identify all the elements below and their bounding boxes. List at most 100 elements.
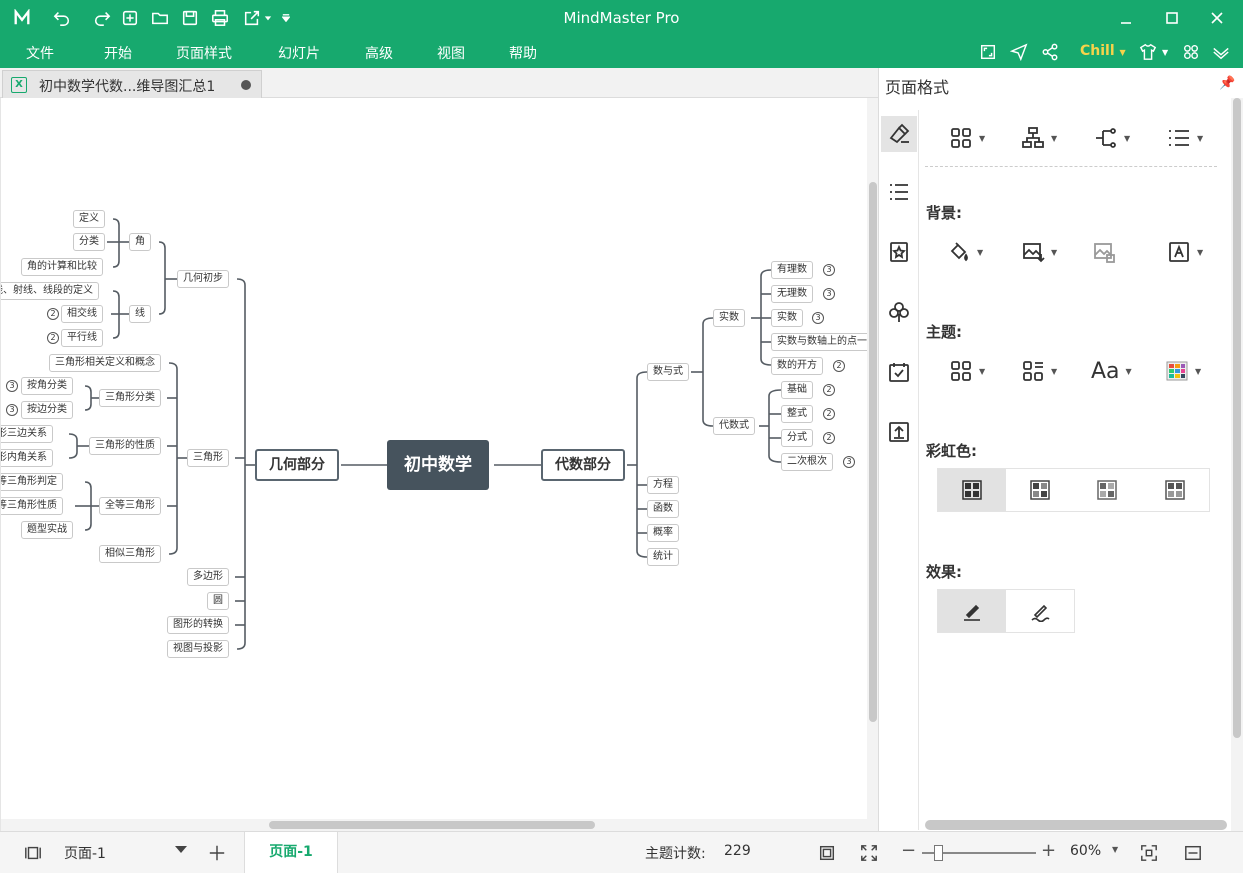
canvas-vertical-scrollbar[interactable]: [867, 98, 878, 831]
topic-probability[interactable]: 概率: [647, 524, 679, 542]
remove-background-button[interactable]: [1092, 238, 1116, 266]
export-dropdown-icon[interactable]: [262, 6, 274, 30]
focus-icon[interactable]: [1138, 842, 1160, 864]
new-file-icon[interactable]: [118, 6, 142, 30]
topic-similar-triangle[interactable]: 相似三角形: [99, 545, 161, 563]
count-badge[interactable]: 2: [823, 432, 835, 444]
topic-angle-classify[interactable]: 分类: [73, 233, 105, 251]
topic-irrational[interactable]: 无理数: [771, 285, 813, 303]
topic-projection[interactable]: 视图与投影: [167, 640, 229, 658]
watermark-button[interactable]: ▼: [1167, 238, 1203, 266]
page-format-tab-icon[interactable]: [881, 116, 917, 152]
menu-view[interactable]: 视图: [437, 43, 465, 63]
topic-classify-by-angle[interactable]: 按角分类: [21, 377, 73, 395]
background-fill-button[interactable]: ▼: [947, 238, 983, 266]
topic-transform[interactable]: 图形的转换: [167, 616, 229, 634]
topic-polynomial[interactable]: 整式: [781, 405, 813, 423]
background-image-button[interactable]: ▼: [1021, 238, 1057, 266]
theme-style-button[interactable]: ▼: [949, 357, 985, 385]
effect-normal-option[interactable]: [938, 590, 1006, 632]
scrollbar-thumb[interactable]: [1233, 98, 1241, 738]
topic-polygon[interactable]: 多边形: [187, 568, 229, 586]
layout-structure-button[interactable]: ▼: [949, 124, 985, 152]
topic-real[interactable]: 实数: [771, 309, 803, 327]
page-selector[interactable]: 页面-1: [60, 840, 192, 866]
zoom-dropdown-icon[interactable]: ▼: [1112, 845, 1118, 854]
topic-function[interactable]: 函数: [647, 500, 679, 518]
topic-statistics[interactable]: 统计: [647, 548, 679, 566]
apps-icon[interactable]: [1180, 41, 1202, 63]
scrollbar-thumb[interactable]: [869, 182, 877, 722]
count-badge[interactable]: 3: [843, 456, 855, 468]
topic-numbers-expressions[interactable]: 数与式: [647, 363, 689, 381]
shirt-icon[interactable]: [1137, 41, 1159, 63]
print-icon[interactable]: [208, 6, 232, 30]
count-badge[interactable]: 3: [812, 312, 824, 324]
share-icon[interactable]: [1039, 41, 1061, 63]
save-icon[interactable]: [178, 6, 202, 30]
count-badge[interactable]: 3: [6, 404, 18, 416]
menu-file[interactable]: 文件: [26, 43, 54, 63]
theme-selector[interactable]: Chill ▼: [1080, 43, 1126, 59]
count-badge[interactable]: 3: [823, 288, 835, 300]
outline-list-icon[interactable]: [881, 174, 917, 210]
topic-angle-calc[interactable]: 角的计算和比较: [21, 258, 103, 276]
customize-toolbar-icon[interactable]: [280, 6, 292, 30]
menu-start[interactable]: 开始: [104, 43, 132, 63]
count-badge[interactable]: 2: [47, 308, 59, 320]
task-calendar-icon[interactable]: [881, 354, 917, 390]
connector-style-button[interactable]: ▼: [1094, 124, 1130, 152]
fit-width-icon[interactable]: [1182, 842, 1204, 864]
theme-clover-icon[interactable]: [881, 294, 917, 330]
topic-real-numbers[interactable]: 实数: [713, 309, 745, 327]
count-badge[interactable]: 2: [823, 408, 835, 420]
upload-icon[interactable]: [881, 414, 917, 450]
topic-triangle[interactable]: 三角形: [187, 449, 229, 467]
topic-triangle-properties[interactable]: 三角形的性质: [89, 437, 161, 455]
panel-vertical-scrollbar[interactable]: [1231, 98, 1243, 831]
fullscreen-icon[interactable]: [858, 842, 880, 864]
topic-angle[interactable]: 角: [129, 233, 151, 251]
topic-fraction[interactable]: 分式: [781, 429, 813, 447]
topic-geometry-basics[interactable]: 几何初步: [177, 270, 229, 288]
maximize-button[interactable]: [1159, 5, 1185, 31]
topic-triangle-classify[interactable]: 三角形分类: [99, 389, 161, 407]
count-badge[interactable]: 2: [833, 360, 845, 372]
topic-number-line[interactable]: 实数与数轴上的点一: [771, 333, 867, 351]
topic-algebra-basics[interactable]: 基础: [781, 381, 813, 399]
menu-slideshow[interactable]: 幻灯片: [278, 43, 320, 63]
topic-equation[interactable]: 方程: [647, 476, 679, 494]
rainbow-option-4[interactable]: [1140, 469, 1209, 511]
topic-side-relation[interactable]: 三角形三边关系: [1, 425, 53, 443]
app-logo-icon[interactable]: [10, 6, 34, 30]
page-panel-toggle-icon[interactable]: [22, 842, 44, 864]
branch-algebra[interactable]: 代数部分: [541, 449, 625, 481]
scrollbar-thumb[interactable]: [269, 821, 595, 829]
mindmap-canvas[interactable]: 初中数学 几何部分 代数部分 几何初步 角 定义 分类 角的计算和比较 线 线、…: [0, 98, 878, 831]
menu-help[interactable]: 帮助: [509, 43, 537, 63]
open-folder-icon[interactable]: [148, 6, 172, 30]
topic-roots[interactable]: 数的开方: [771, 357, 823, 375]
menu-page-style[interactable]: 页面样式: [176, 43, 232, 63]
topic-congruent-triangle[interactable]: 全等三角形: [99, 497, 161, 515]
topic-congruent-property[interactable]: 全等三角形性质: [1, 497, 63, 515]
fullscreen-icon[interactable]: [977, 41, 999, 63]
theme-color-button[interactable]: ▼: [1165, 357, 1201, 385]
topic-angle-relation[interactable]: 三角形内角关系: [1, 449, 53, 467]
page-tab-active[interactable]: 页面-1: [244, 832, 338, 873]
org-layout-button[interactable]: ▼: [1021, 124, 1057, 152]
theme-variant-button[interactable]: ▼: [1021, 357, 1057, 385]
topic-congruent-judgement[interactable]: 全等三角形判定: [1, 473, 63, 491]
rainbow-option-2[interactable]: [1006, 469, 1073, 511]
fit-page-icon[interactable]: [816, 842, 838, 864]
zoom-slider-thumb[interactable]: [934, 845, 943, 861]
topic-intersecting-lines[interactable]: 相交线: [61, 305, 103, 323]
minimize-button[interactable]: [1113, 5, 1139, 31]
unsaved-dot-icon[interactable]: [241, 80, 251, 90]
effect-handdrawn-option[interactable]: [1006, 590, 1075, 632]
root-topic[interactable]: 初中数学: [387, 440, 489, 490]
topic-line[interactable]: 线: [129, 305, 151, 323]
document-tab[interactable]: X 初中数学代数...维导图汇总1: [2, 70, 262, 98]
theme-font-button[interactable]: Aa ▼: [1091, 357, 1132, 385]
topic-practice[interactable]: 题型实战: [21, 521, 73, 539]
